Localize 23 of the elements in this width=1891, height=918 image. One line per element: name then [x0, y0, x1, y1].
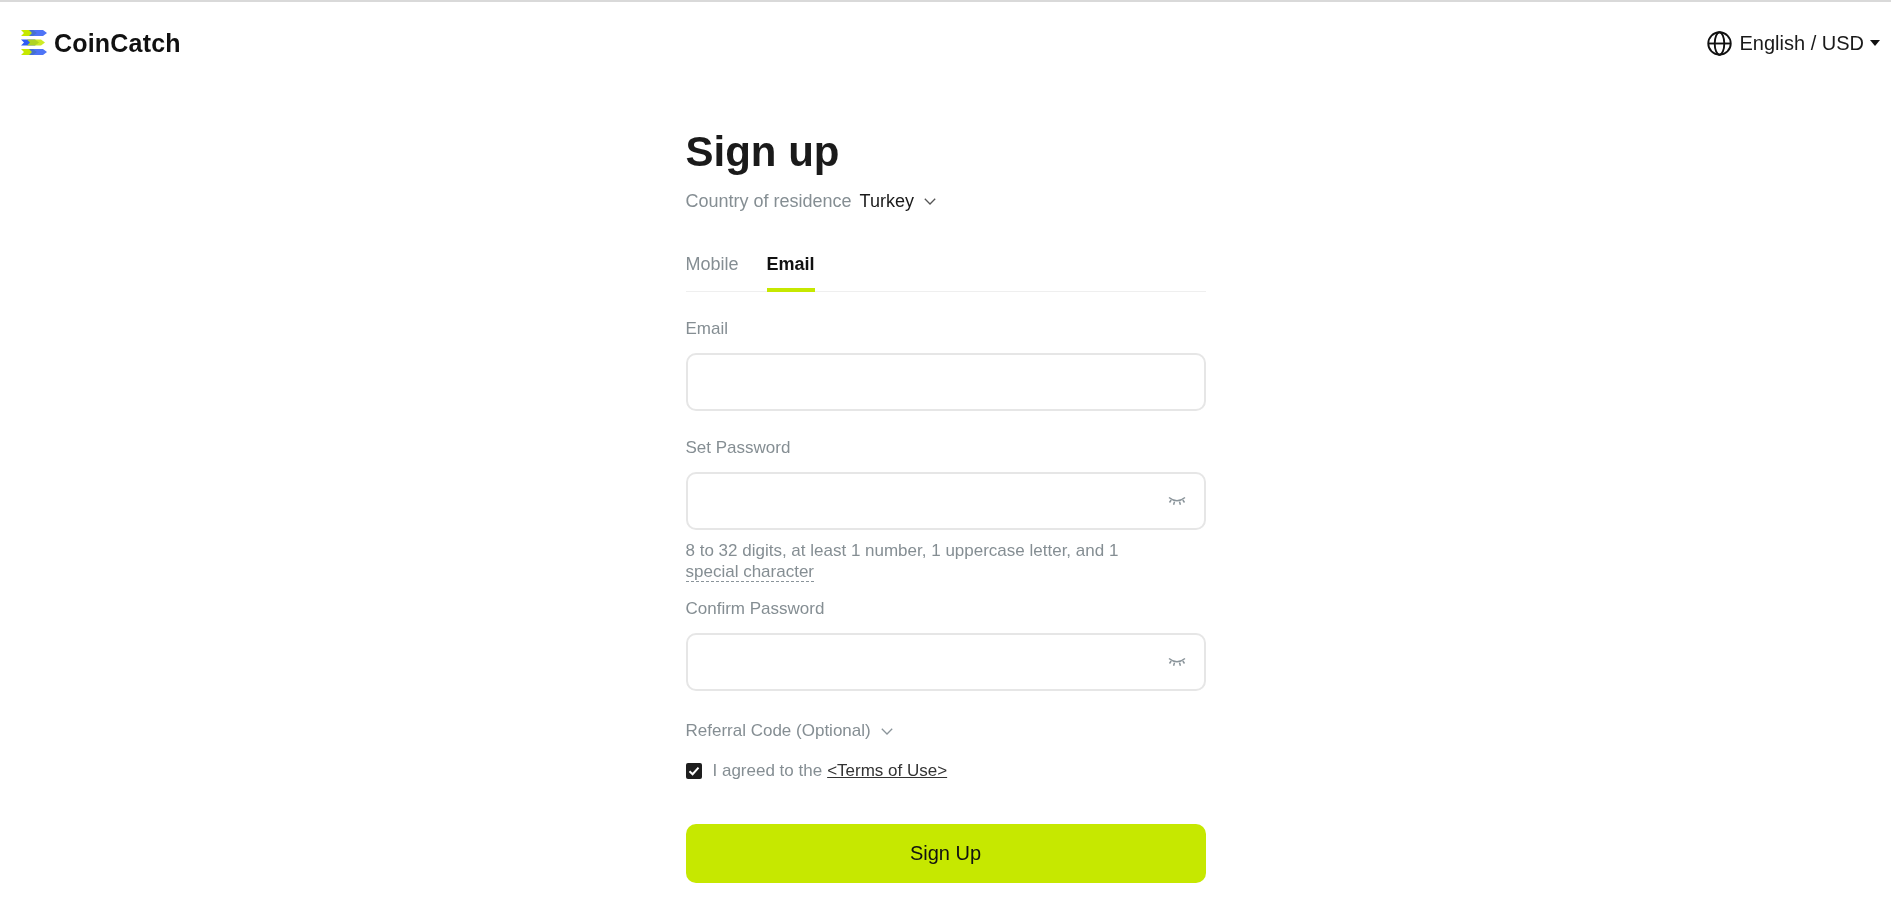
checkbox[interactable] [685, 763, 702, 779]
logo-text: CoinCatch [54, 28, 181, 58]
tab[interactable]: Email [766, 252, 815, 292]
caret-down-icon [1870, 40, 1880, 46]
terms-text: I agreed to the [712, 760, 823, 782]
eye-closed-icon[interactable] [1167, 657, 1186, 667]
field-label: Confirm Password [685, 598, 825, 620]
terms-of-use-link[interactable]: <Terms of Use> [827, 759, 948, 783]
country-selector[interactable]: Turkey [859, 190, 936, 212]
field-label: Set Password [685, 437, 791, 459]
password-input[interactable] [685, 472, 1206, 530]
eye-closed-icon[interactable] [1167, 496, 1186, 506]
language-selector[interactable]: English / USD [1706, 30, 1880, 56]
field-label: Email [685, 318, 728, 340]
password-input[interactable] [685, 633, 1206, 691]
password-hint: 8 to 32 digits, at least 1 number, 1 uppercase letter, and 1 special character [685, 540, 1120, 582]
sign-up-button[interactable]: Sign Up [685, 824, 1206, 883]
logo-icon [18, 29, 48, 57]
page-title: Sign up [685, 127, 841, 177]
country-label: Country of residence [685, 190, 852, 213]
text-input[interactable] [685, 353, 1206, 411]
globe-icon [1706, 30, 1732, 56]
chevron-down-icon [923, 197, 936, 205]
